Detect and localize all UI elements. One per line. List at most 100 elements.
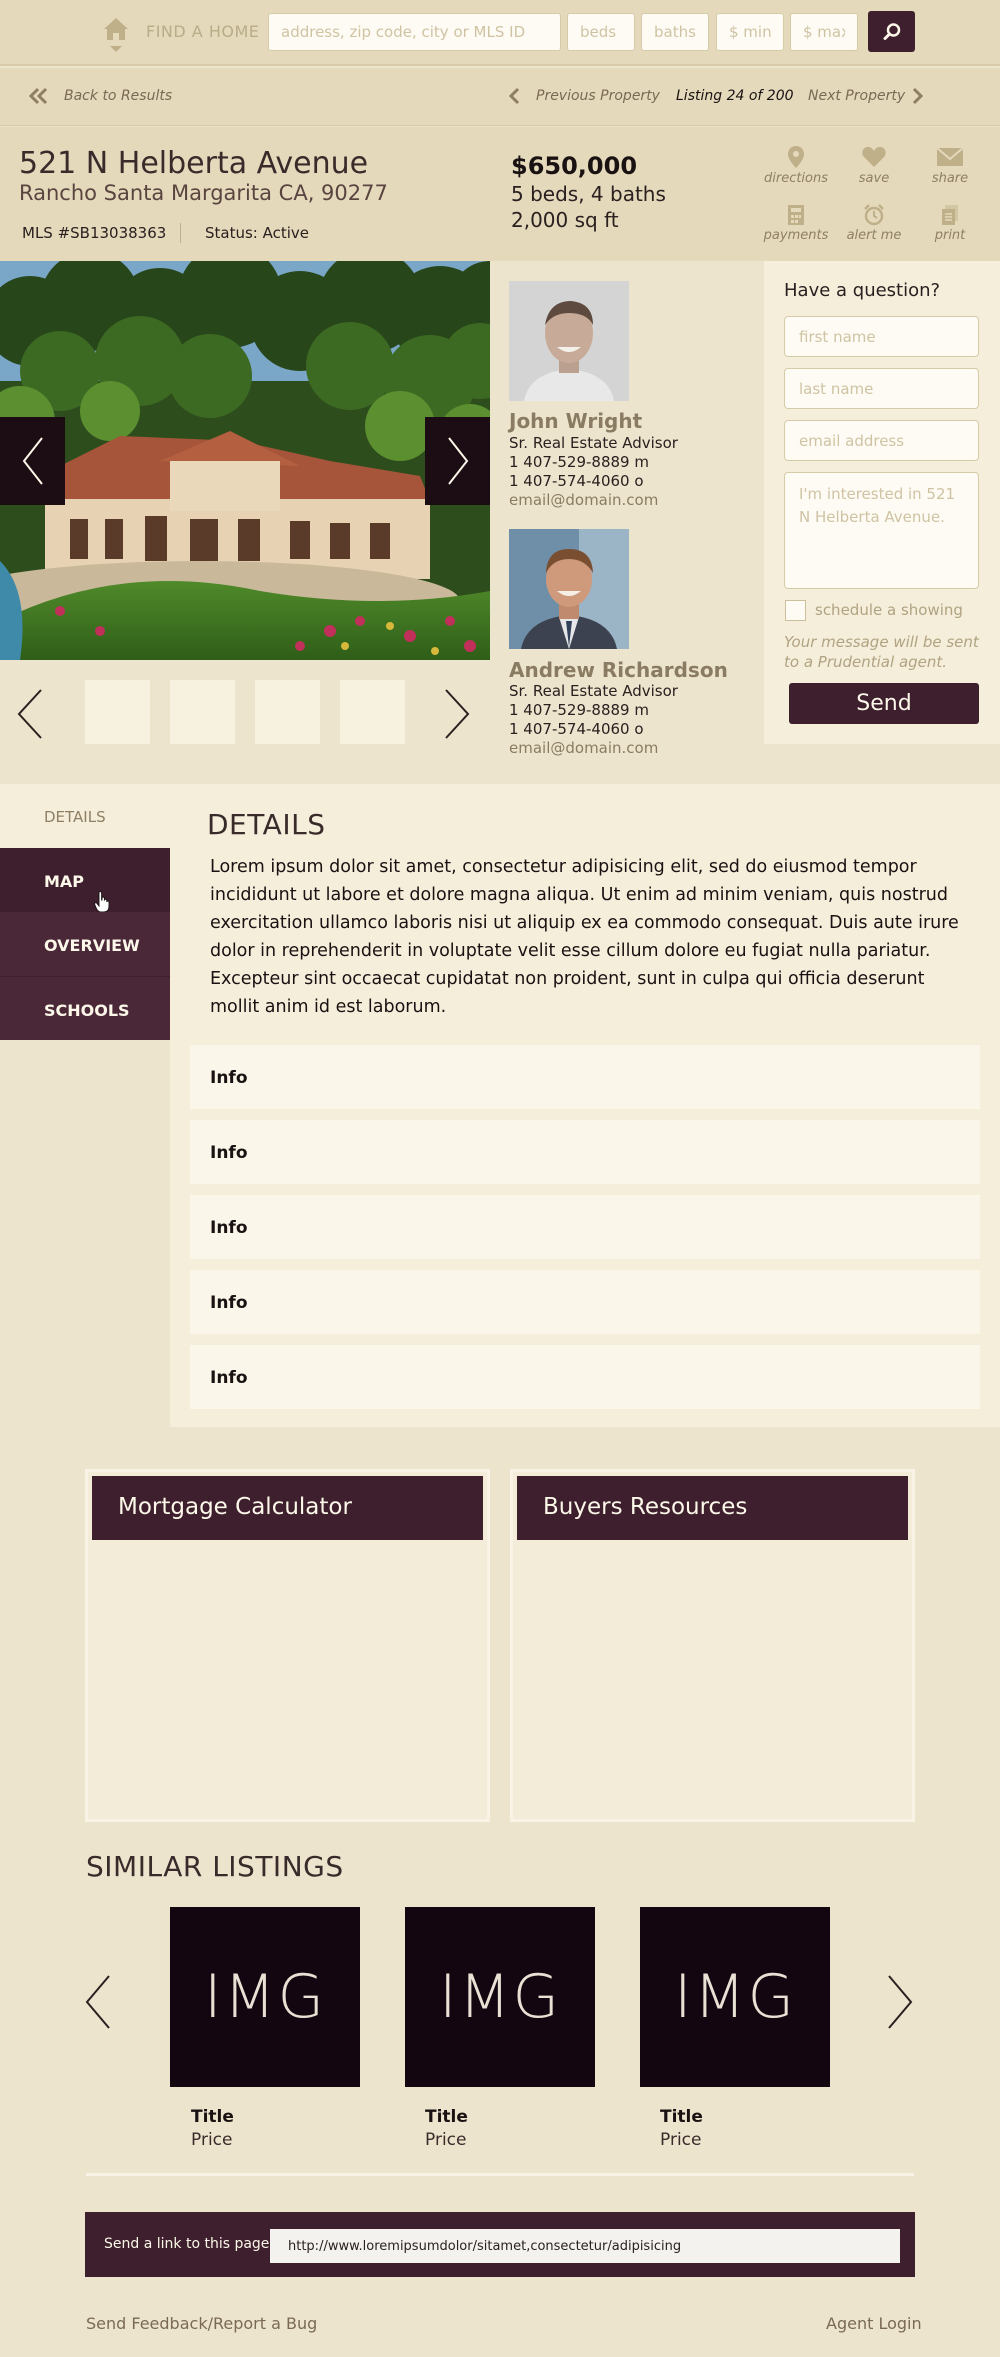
form-note: Your message will be sent to a Prudentia… [784,633,979,671]
share-label: share [931,171,969,186]
calculator-icon [788,205,804,225]
map-pin-icon [788,146,804,168]
agent-email-link[interactable]: email@domain.com [509,491,658,509]
tab-schools[interactable]: SCHOOLS [0,976,170,1040]
listing-title[interactable]: Title [660,2107,703,2127]
mls-number: MLS #SB13038363 [22,224,167,242]
print-button[interactable]: print [915,204,985,243]
thumbnail[interactable] [340,680,405,744]
listing-title[interactable]: Title [425,2107,468,2127]
property-photo [0,261,490,660]
home-icon[interactable] [102,16,130,56]
price-min-input[interactable] [716,13,784,51]
similar-prev-button[interactable] [84,1974,112,2034]
info-row[interactable]: Info [190,1345,980,1409]
first-name-field[interactable] [784,316,979,357]
listing-price: Price [660,2130,702,2150]
mortgage-calculator-panel: Mortgage Calculator [85,1469,490,1822]
previous-property-link[interactable]: Previous Property [536,88,660,104]
thumbnail[interactable] [255,680,320,744]
chevron-right-icon [445,689,470,739]
alert-me-label: alert me [846,228,902,243]
thumbnail-next-button[interactable] [442,688,472,744]
alarm-clock-icon [864,204,884,226]
property-price: $650,000 [511,152,638,180]
agent-phone-mobile: 1 407-529-8889 m [509,701,649,719]
avatar [509,529,629,649]
agent-login-link[interactable]: Agent Login [826,2314,922,2333]
agent-phone-office: 1 407-574-4060 o [509,720,644,738]
previous-chevron-icon[interactable] [508,87,520,109]
address-search-input[interactable] [268,13,561,51]
hero-next-button[interactable] [425,417,490,505]
info-row[interactable]: Info [190,1195,980,1259]
status-badge: Status: Active [205,224,310,242]
baths-input[interactable] [641,13,709,51]
last-name-field[interactable] [784,368,979,409]
save-button[interactable]: save [839,145,909,186]
payments-button[interactable]: payments [761,204,831,243]
directions-button[interactable]: directions [761,145,831,186]
send-feedback-link[interactable]: Send Feedback/Report a Bug [86,2314,317,2333]
search-icon [883,22,900,40]
agent-title: Sr. Real Estate Advisor [509,682,678,700]
alert-me-button[interactable]: alert me [839,204,909,243]
share-button[interactable]: share [915,145,985,186]
agent-email-link[interactable]: email@domain.com [509,739,658,757]
chevron-left-icon [85,1975,110,2029]
next-property-link[interactable]: Next Property [808,88,905,104]
search-button[interactable] [868,11,915,52]
chevron-right-icon [447,437,468,485]
property-city: Rancho Santa Margarita CA, 90277 [19,181,388,205]
thumbnail[interactable] [85,680,150,744]
similar-next-button[interactable] [886,1974,914,2034]
property-street-address: 521 N Helberta Avenue [19,146,369,181]
divider [180,223,181,243]
tab-overview-label: OVERVIEW [44,936,140,955]
chevron-right-icon [888,1975,913,2029]
divider [86,2173,914,2176]
listing-price: Price [191,2130,233,2150]
chevron-left-icon [22,437,43,485]
listing-image[interactable]: IMG [405,1907,595,2087]
info-row-label: Info [210,1368,248,1388]
tab-overview[interactable]: OVERVIEW [0,912,170,976]
price-max-input[interactable] [790,13,858,51]
document-icon [942,205,958,225]
property-beds-baths: 5 beds, 4 baths [511,182,666,206]
listing-image[interactable]: IMG [170,1907,360,2087]
tab-details[interactable]: DETAILS [0,784,170,848]
similar-listings-heading: SIMILAR LISTINGS [86,1850,344,1883]
agent-name: John Wright [509,409,643,433]
beds-input[interactable] [567,13,635,51]
hero-prev-button[interactable] [0,417,65,505]
buyers-resources-panel: Buyers Resources [510,1469,915,1822]
email-field[interactable] [784,420,979,461]
details-heading: DETAILS [207,808,326,841]
chevron-left-icon [17,689,42,739]
listing-image[interactable]: IMG [640,1907,830,2087]
property-sqft: 2,000 sq ft [511,208,619,232]
info-row[interactable]: Info [190,1270,980,1334]
tab-map[interactable]: MAP [0,848,170,912]
thumbnail[interactable] [170,680,235,744]
heart-icon [862,146,886,167]
message-field[interactable] [784,472,979,589]
details-description: Lorem ipsum dolor sit amet, consectetur … [210,857,959,1017]
info-row-label: Info [210,1218,248,1238]
question-form-title: Have a question? [784,280,941,301]
send-button[interactable]: Send [789,683,979,724]
page-link-field[interactable] [270,2229,900,2263]
info-row[interactable]: Info [190,1120,980,1184]
schedule-showing-checkbox[interactable] [785,600,806,621]
thumbnail-prev-button[interactable] [15,688,45,744]
tab-schools-label: SCHOOLS [44,1001,130,1020]
find-a-home-label: FIND A HOME [146,22,260,41]
back-to-results-link[interactable]: Back to Results [64,88,172,104]
listing-title[interactable]: Title [191,2107,234,2127]
info-row[interactable]: Info [190,1045,980,1109]
double-chevron-left-icon[interactable] [28,87,50,109]
save-label: save [858,171,890,186]
next-chevron-icon[interactable] [912,87,924,109]
info-row-label: Info [210,1068,248,1088]
